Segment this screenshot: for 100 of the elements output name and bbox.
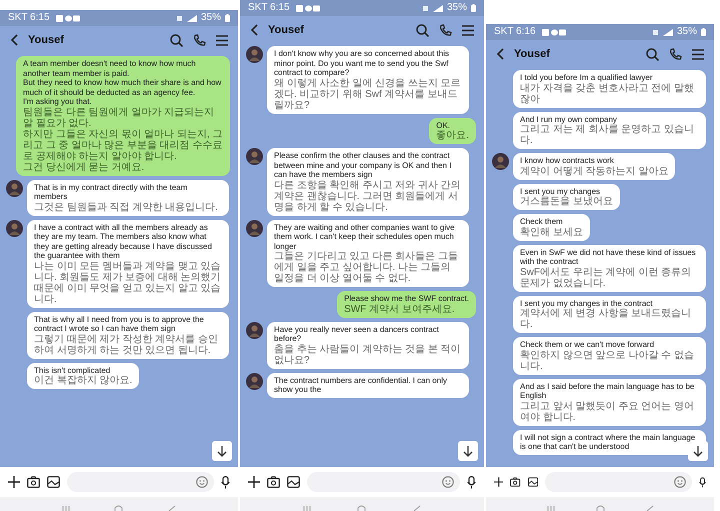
- back-icon[interactable]: [250, 24, 258, 36]
- message-text: I told you before Im a qualified lawyer: [520, 73, 654, 82]
- notification-icons-drawing: [56, 14, 82, 22]
- microphone-icon[interactable]: [221, 476, 230, 488]
- camera-icon[interactable]: [510, 476, 521, 488]
- translation-text: 나는 이미 모든 멤버들과 계약을 맺고 있습니다. 회원들도 제가 보증에 대해 논의했기 때문에 이미 무엇을 얻고 있는지 알고 있습니다.: [34, 260, 222, 304]
- translation-text: 왜 이렇게 사소한 일에 신경을 쓰는지 모르겠다. 비교하기 위해 Swf 계약서를 보내드릴까요?: [274, 78, 462, 110]
- avatar[interactable]: [6, 180, 23, 196]
- battery-text: 35%: [676, 26, 697, 38]
- translation-text: 계약서에 제 변경 사항을 보내드렸습니다.: [520, 308, 692, 330]
- arrow-down-icon[interactable]: [463, 446, 473, 456]
- search-icon[interactable]: [170, 34, 183, 46]
- emoji-icon[interactable]: [196, 476, 208, 488]
- message-text: Have you really never seen a dancers contract before?: [274, 324, 440, 344]
- status-text: SKT 6:16: [494, 26, 536, 38]
- phone-icon[interactable]: [439, 24, 452, 36]
- message-text: And I run my own company: [520, 114, 617, 124]
- camera-icon[interactable]: [27, 476, 40, 488]
- avatar[interactable]: [246, 220, 263, 236]
- message-text: That is why all I need from you is to approve the contract I wrote so I can have them sign: [34, 314, 205, 334]
- translation-text: 계약이 어떻게 작동하는지 알아요: [520, 166, 668, 176]
- message-text: I sent you my changes in the contract: [520, 298, 654, 308]
- menu-icon[interactable]: [692, 48, 704, 60]
- translation-text: 이건 복잡하지 않아요.: [34, 375, 132, 386]
- phone-icon[interactable]: [193, 34, 206, 46]
- message-text: OK.: [436, 120, 451, 130]
- avatar[interactable]: [6, 220, 23, 236]
- avatar[interactable]: [246, 372, 263, 390]
- message-text: They are waiting and other companies want to give them work. I can't keep their schedules open much longer: [274, 222, 456, 251]
- message-text: The contract numbers are confidential. I can only show you the: [274, 376, 448, 394]
- avatar[interactable]: [246, 322, 263, 338]
- battery-text: 35%: [200, 12, 221, 24]
- message-text: I know how contracts work: [520, 156, 615, 166]
- battery-icon: [701, 28, 706, 36]
- translation-text: 춤을 추는 사람들이 계약하는 것을 본 적이 없나요?: [274, 344, 462, 366]
- image-icon[interactable]: [287, 476, 300, 488]
- battery-icon: [225, 14, 230, 22]
- translation-text: 거스름돈을 보냈어요: [520, 196, 613, 207]
- phone-icon[interactable]: [669, 48, 682, 60]
- translation-text: 그렇기 때문에 제가 작성한 계약서를 승인하여 서명하게 하는 것만 있으면 됩니다.: [34, 334, 219, 356]
- message-text: I sent you my changes: [520, 186, 600, 196]
- microphone-icon[interactable]: [698, 476, 706, 488]
- back-icon[interactable]: [10, 34, 18, 46]
- status-text: SKT 6:15: [248, 2, 290, 14]
- scroll-down-button[interactable]: [212, 441, 232, 461]
- translation-text: 확인해 보세요: [520, 226, 583, 238]
- translation-text: 팀원들은 다른 팀원에게 얼마가 지급되는지 알 필요가 없다. 하지만 그들은 자신의 몫이 얼마나 되는지, 그리고 그 중 얼마나 많은 부분을 대리점 수수료로 공제해야 하는지 알아야 합니다. 그건 당신에게 묻는 거예요.: [23, 106, 223, 172]
- image-icon[interactable]: [528, 476, 538, 488]
- message-text: Please show me the SWF contract.: [344, 294, 469, 304]
- menu-icon[interactable]: [216, 34, 228, 46]
- message-text: I don't know why you are so concerned about this minor point. Do you want me to send you the Swf contract to compare?: [274, 49, 450, 78]
- status-text: SKT 6:15: [8, 12, 50, 24]
- translation-text: SwF에서도 우리는 계약에 이런 종류의 문제가 없었습니다.: [520, 266, 692, 288]
- emoji-icon[interactable]: [442, 476, 454, 488]
- signal-icon: [422, 4, 443, 12]
- message-text: Check them: [520, 217, 564, 226]
- message-text: Please confirm the other clauses and the contract between mine and your company is OK and then I can have the members sign: [274, 151, 452, 180]
- signal-icon: [652, 28, 673, 36]
- camera-icon[interactable]: [267, 476, 280, 488]
- chat-title: Yousef: [28, 34, 64, 46]
- plus-icon[interactable]: [248, 476, 260, 488]
- microphone-icon[interactable]: [467, 476, 476, 488]
- notification-icons-drawing: [296, 4, 322, 12]
- arrow-down-icon[interactable]: [217, 446, 227, 456]
- battery-icon: [471, 4, 476, 12]
- message-field[interactable]: [307, 472, 460, 492]
- message-text: A team member doesn't need to know how much another team member is paid. But they need to know how much their share is and how much of it should be deducted as an agency fee. I'm asking you that.: [23, 59, 222, 106]
- message-field[interactable]: [544, 472, 692, 492]
- avatar[interactable]: [246, 46, 263, 63]
- translation-text: 그리고 저는 제 회사를 운영하고 있습니다.: [520, 124, 695, 146]
- message-text: I will not sign a contract where the main language is one that can't be understood: [520, 432, 696, 452]
- back-icon[interactable]: [496, 48, 504, 60]
- message-text: This isn't complicated: [34, 366, 112, 375]
- translation-text: 그리고 앞서 말했듯이 주요 언어는 영어여야 합니다.: [520, 400, 695, 422]
- avatar[interactable]: [246, 148, 263, 165]
- signal-icon: [176, 14, 197, 22]
- plus-icon[interactable]: [8, 476, 20, 488]
- chat-title: Yousef: [514, 48, 550, 60]
- avatar[interactable]: [492, 153, 509, 170]
- message-text: Check them or we can't move forward: [520, 340, 656, 350]
- search-icon[interactable]: [646, 48, 659, 60]
- battery-text: 35%: [446, 2, 467, 14]
- chat-title: Yousef: [268, 24, 304, 36]
- message-text: Even in SwF we did not have these kind of issues with the contract: [520, 248, 697, 266]
- menu-icon[interactable]: [462, 24, 474, 36]
- scroll-down-button[interactable]: [458, 441, 478, 461]
- translation-text: 그들은 기다리고 있고 다른 회사들은 그들에게 일을 주고 싶어합니다. 나는 그들의 일정을 더 이상 열어둘 수 없다.: [274, 251, 459, 284]
- translation-text: 좋아요.: [436, 130, 469, 141]
- message-text: And as I said before the main language has to be English: [520, 382, 696, 400]
- translation-text: 확인하지 않으면 앞으로 나아갈 수 없습니다.: [520, 350, 695, 372]
- translation-text: 그것은 팀원들과 직접 계약한 내용입니다.: [34, 202, 219, 212]
- translation-text: 내가 자격을 갖춘 변호사라고 전에 말했잖아: [520, 82, 695, 104]
- message-field[interactable]: [67, 472, 214, 492]
- message-text: I have a contract with all the members already as they are my team. The members also know what they are getting already because I have discussed the guarantee with them: [34, 222, 213, 260]
- arrow-down-icon[interactable]: [693, 446, 703, 456]
- plus-icon[interactable]: [494, 476, 504, 488]
- search-icon[interactable]: [416, 24, 429, 36]
- notification-icons-drawing: [542, 28, 568, 36]
- image-icon[interactable]: [47, 476, 60, 488]
- emoji-icon[interactable]: [674, 476, 686, 488]
